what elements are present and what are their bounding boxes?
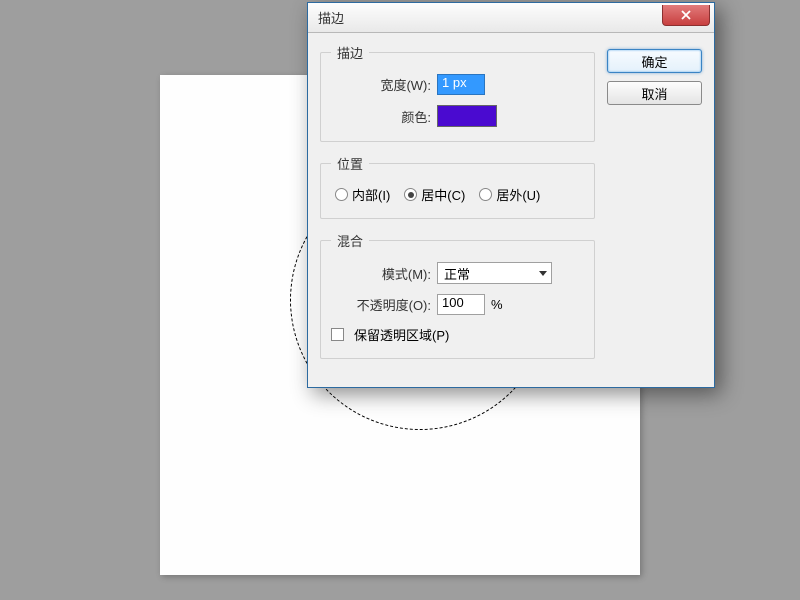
blend-group: 混合 模式(M): 正常 不透明度(O): 100 % 保留透明	[320, 231, 595, 359]
width-input[interactable]: 1 px	[437, 74, 485, 95]
radio-center-label: 居中(C)	[421, 185, 465, 204]
blend-legend: 混合	[331, 231, 369, 250]
opacity-suffix: %	[491, 297, 503, 312]
width-label: 宽度(W):	[331, 75, 431, 94]
preserve-transparency-checkbox[interactable]: 保留透明区域(P)	[331, 325, 449, 344]
radio-outside-label: 居外(U)	[496, 185, 540, 204]
dialog-body: 描边 宽度(W): 1 px 颜色: 位置 内部(I)	[308, 33, 714, 387]
stroke-group: 描边 宽度(W): 1 px 颜色:	[320, 43, 595, 142]
opacity-label: 不透明度(O):	[331, 295, 431, 314]
mode-label: 模式(M):	[331, 264, 431, 283]
ok-button[interactable]: 确定	[607, 49, 702, 73]
chevron-down-icon	[539, 271, 547, 276]
radio-inside-label: 内部(I)	[352, 185, 390, 204]
stroke-dialog: 描边 描边 宽度(W): 1 px 颜色: 位置	[307, 2, 715, 388]
close-button[interactable]	[662, 5, 710, 26]
cancel-button-label: 取消	[641, 84, 667, 103]
close-icon	[680, 9, 692, 21]
stroke-legend: 描边	[331, 43, 369, 62]
position-group: 位置 内部(I) 居中(C) 居外(U)	[320, 154, 595, 219]
checkbox-icon	[331, 328, 344, 341]
dialog-left-column: 描边 宽度(W): 1 px 颜色: 位置 内部(I)	[320, 43, 595, 371]
radio-icon	[479, 188, 492, 201]
radio-icon	[335, 188, 348, 201]
radio-center[interactable]: 居中(C)	[404, 185, 465, 204]
cancel-button[interactable]: 取消	[607, 81, 702, 105]
titlebar[interactable]: 描边	[308, 3, 714, 33]
radio-outside[interactable]: 居外(U)	[479, 185, 540, 204]
preserve-label: 保留透明区域(P)	[354, 325, 449, 344]
mode-value: 正常	[444, 264, 470, 283]
dialog-right-column: 确定 取消	[607, 43, 702, 371]
position-legend: 位置	[331, 154, 369, 173]
ok-button-label: 确定	[641, 52, 667, 71]
radio-icon	[404, 188, 417, 201]
color-label: 颜色:	[331, 107, 431, 126]
color-swatch[interactable]	[437, 105, 497, 127]
dialog-title: 描边	[318, 8, 344, 27]
radio-inside[interactable]: 内部(I)	[335, 185, 390, 204]
mode-select[interactable]: 正常	[437, 262, 552, 284]
opacity-input[interactable]: 100	[437, 294, 485, 315]
